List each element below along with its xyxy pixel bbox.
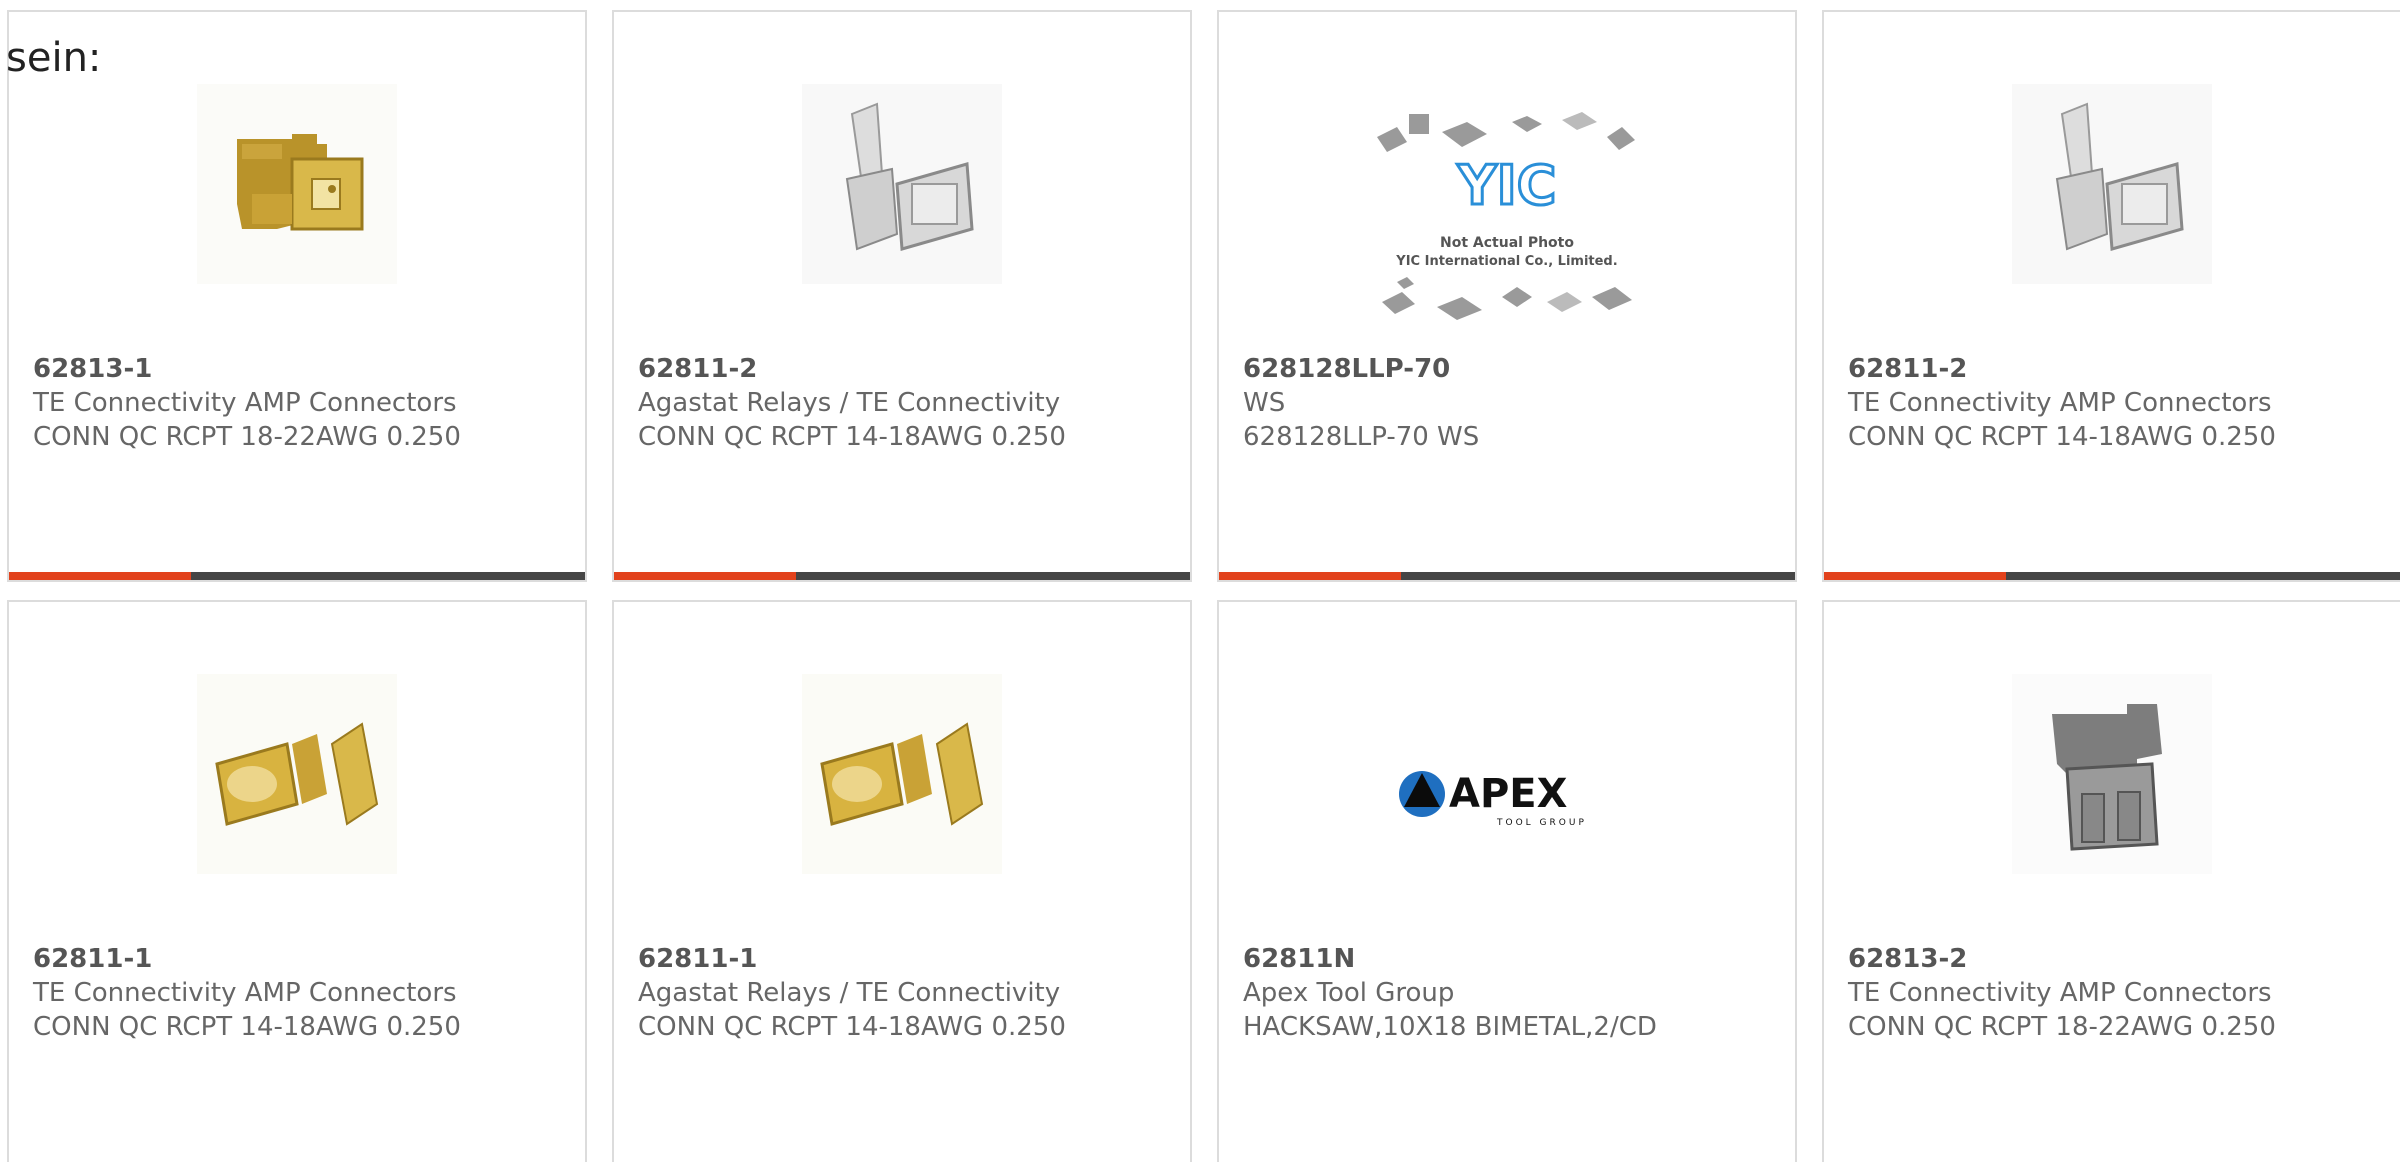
product-description: CONN QC RCPT 14-18AWG 0.250 bbox=[1848, 422, 2276, 452]
part-number[interactable]: 62811-2 bbox=[1848, 352, 2384, 386]
product-image[interactable] bbox=[197, 674, 397, 874]
card-bottom-bar bbox=[1219, 572, 1795, 580]
manufacturer: Agastat Relays / TE Connectivity bbox=[638, 978, 1061, 1008]
apex-logo-subtitle: TOOL GROUP bbox=[1496, 818, 1587, 828]
product-image[interactable] bbox=[802, 84, 1002, 284]
product-info: 62811-2 Agastat Relays / TE Connectivity… bbox=[638, 352, 1174, 454]
product-image[interactable] bbox=[802, 674, 1002, 874]
product-info: 62811-2 TE Connectivity AMP Connectors C… bbox=[1848, 352, 2384, 454]
product-info: 62813-1 TE Connectivity AMP Connectors C… bbox=[33, 352, 569, 454]
product-description: 628128LLP-70 WS bbox=[1243, 422, 1480, 452]
grey-flag-terminal-icon bbox=[2012, 674, 2212, 874]
intro-text: sein: bbox=[6, 35, 102, 81]
product-card[interactable]: APEX TOOL GROUP 62811N Apex Tool Group H… bbox=[1217, 600, 1797, 1162]
part-number[interactable]: 62811-2 bbox=[638, 352, 1174, 386]
yic-logo-text: YIC bbox=[1457, 154, 1557, 217]
part-number[interactable]: 62811N bbox=[1243, 942, 1779, 976]
product-image[interactable]: YIC Not Actual Photo YIC International C… bbox=[1367, 102, 1647, 352]
card-bottom-bar bbox=[9, 572, 585, 580]
manufacturer: TE Connectivity AMP Connectors bbox=[33, 978, 457, 1008]
product-info: 62811-1 TE Connectivity AMP Connectors C… bbox=[33, 942, 569, 1044]
product-image[interactable] bbox=[2012, 674, 2212, 874]
manufacturer: Apex Tool Group bbox=[1243, 978, 1455, 1008]
card-bottom-bar bbox=[614, 572, 1190, 580]
product-description: CONN QC RCPT 18-22AWG 0.250 bbox=[33, 422, 461, 452]
silver-flag-terminal-icon bbox=[2012, 84, 2212, 284]
product-description: CONN QC RCPT 18-22AWG 0.250 bbox=[1848, 1012, 2276, 1042]
apex-logo-text: APEX bbox=[1449, 771, 1568, 817]
part-number[interactable]: 62811-1 bbox=[638, 942, 1174, 976]
placeholder-note: Not Actual Photo bbox=[1440, 235, 1574, 251]
card-bottom-bar bbox=[1824, 572, 2400, 580]
product-description: CONN QC RCPT 14-18AWG 0.250 bbox=[638, 422, 1066, 452]
product-card[interactable]: 62811-1 Agastat Relays / TE Connectivity… bbox=[612, 600, 1192, 1162]
part-number[interactable]: 62813-2 bbox=[1848, 942, 2384, 976]
gold-flag-terminal-icon bbox=[802, 674, 1002, 874]
product-card[interactable]: 62811-1 TE Connectivity AMP Connectors C… bbox=[7, 600, 587, 1162]
card-accent-bar bbox=[1824, 572, 2006, 580]
card-accent-bar bbox=[1219, 572, 1401, 580]
yic-placeholder-icon: YIC Not Actual Photo YIC International C… bbox=[1367, 102, 1647, 352]
part-number[interactable]: 62811-1 bbox=[33, 942, 569, 976]
product-info: 62813-2 TE Connectivity AMP Connectors C… bbox=[1848, 942, 2384, 1044]
gold-flag-terminal-icon bbox=[197, 84, 397, 284]
manufacturer: TE Connectivity AMP Connectors bbox=[1848, 388, 2272, 418]
product-image[interactable] bbox=[197, 84, 397, 284]
gold-flag-terminal-icon bbox=[197, 674, 397, 874]
placeholder-company: YIC International Co., Limited. bbox=[1395, 254, 1617, 269]
product-image[interactable] bbox=[2012, 84, 2212, 284]
silver-flag-terminal-icon bbox=[802, 84, 1002, 284]
product-card[interactable]: 62811-2 Agastat Relays / TE Connectivity… bbox=[612, 10, 1192, 582]
product-info: 62811-1 Agastat Relays / TE Connectivity… bbox=[638, 942, 1174, 1044]
product-description: HACKSAW,10X18 BIMETAL,2/CD bbox=[1243, 1012, 1657, 1042]
card-accent-bar bbox=[614, 572, 796, 580]
product-info: 62811N Apex Tool Group HACKSAW,10X18 BIM… bbox=[1243, 942, 1779, 1044]
manufacturer: TE Connectivity AMP Connectors bbox=[33, 388, 457, 418]
manufacturer: TE Connectivity AMP Connectors bbox=[1848, 978, 2272, 1008]
product-grid: 62813-1 TE Connectivity AMP Connectors C… bbox=[7, 10, 2400, 1162]
manufacturer: Agastat Relays / TE Connectivity bbox=[638, 388, 1061, 418]
product-info: 628128LLP-70 WS 628128LLP-70 WS bbox=[1243, 352, 1779, 454]
apex-logo-icon: APEX TOOL GROUP bbox=[1399, 771, 1587, 828]
product-description: CONN QC RCPT 14-18AWG 0.250 bbox=[638, 1012, 1066, 1042]
part-number[interactable]: 628128LLP-70 bbox=[1243, 352, 1779, 386]
part-number[interactable]: 62813-1 bbox=[33, 352, 569, 386]
product-image[interactable]: APEX TOOL GROUP bbox=[1397, 749, 1617, 839]
product-card[interactable]: 62811-2 TE Connectivity AMP Connectors C… bbox=[1822, 10, 2400, 582]
product-card[interactable]: 62813-2 TE Connectivity AMP Connectors C… bbox=[1822, 600, 2400, 1162]
product-card[interactable]: 62813-1 TE Connectivity AMP Connectors C… bbox=[7, 10, 587, 582]
card-accent-bar bbox=[9, 572, 191, 580]
product-description: CONN QC RCPT 14-18AWG 0.250 bbox=[33, 1012, 461, 1042]
product-grid-page: sein: 62813-1 TE Connectivity AMP Connec… bbox=[0, 0, 2400, 1162]
product-card[interactable]: YIC Not Actual Photo YIC International C… bbox=[1217, 10, 1797, 582]
manufacturer: WS bbox=[1243, 388, 1286, 418]
